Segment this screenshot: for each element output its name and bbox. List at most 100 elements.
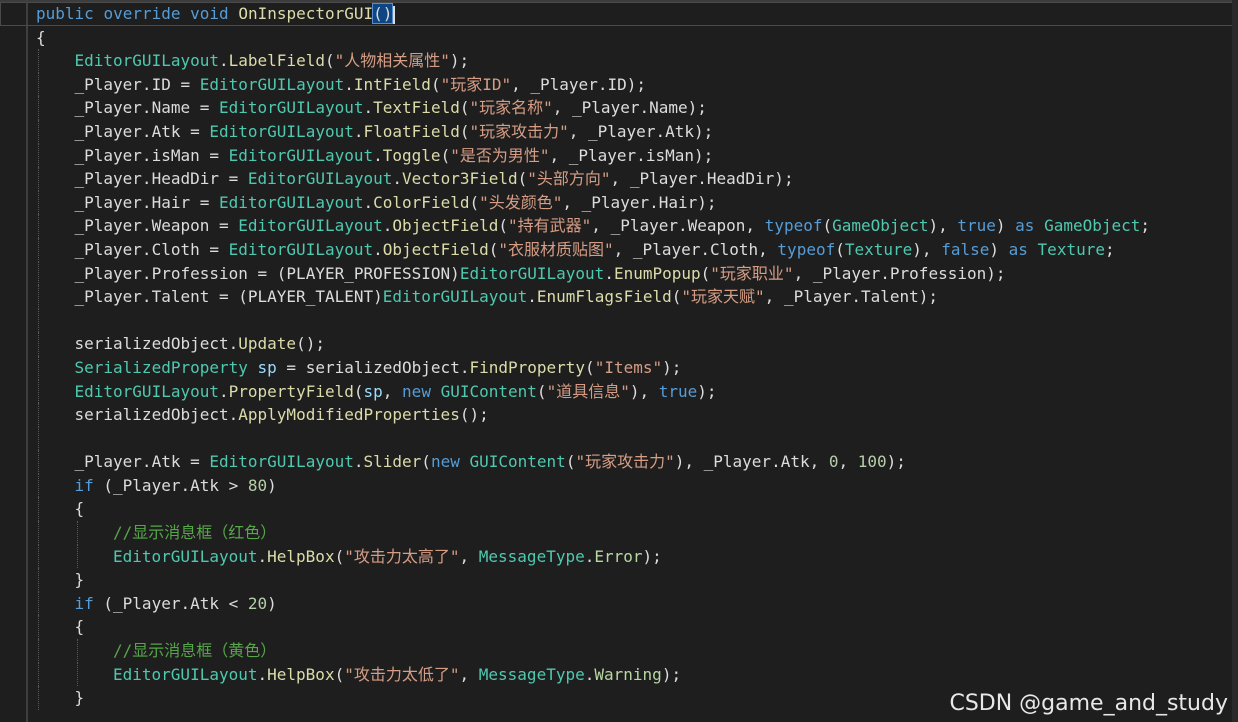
text-cursor bbox=[393, 5, 396, 24]
code-line[interactable]: EditorGUILayout.LabelField("人物相关属性"); bbox=[0, 49, 1238, 73]
code-line[interactable]: EditorGUILayout.PropertyField(sp, new GU… bbox=[0, 379, 1238, 404]
code-token: = serializedObject. bbox=[276, 357, 470, 377]
code-line[interactable]: _Player.ID = EditorGUILayout.IntField("玩… bbox=[0, 72, 1238, 97]
code-token: IntField bbox=[353, 74, 431, 94]
code-line[interactable]: _Player.Name = EditorGUILayout.TextField… bbox=[0, 96, 1238, 120]
code-line[interactable]: _Player.Cloth = EditorGUILayout.ObjectFi… bbox=[0, 237, 1238, 262]
code-token: , bbox=[838, 452, 858, 472]
code-token: ); bbox=[697, 381, 717, 401]
code-area[interactable]: public override void OnInspectorGUI(){Ed… bbox=[0, 2, 1238, 710]
code-token: ; bbox=[1140, 216, 1151, 236]
code-line-content: _Player.Name = EditorGUILayout.TextField… bbox=[75, 96, 707, 120]
indent-guide bbox=[38, 591, 39, 616]
indent-guide bbox=[38, 568, 39, 592]
code-token: EditorGUILayout bbox=[459, 263, 605, 283]
indent-guide bbox=[38, 285, 39, 309]
code-token: ) bbox=[267, 593, 277, 613]
code-token: , _Player.HeadDir); bbox=[610, 169, 794, 189]
code-line[interactable]: if (_Player.Atk > 80) bbox=[0, 473, 1238, 498]
code-line-content: EditorGUILayout.HelpBox("攻击力太低了", Messag… bbox=[113, 663, 681, 687]
code-line-content: _Player.HeadDir = EditorGUILayout.Vector… bbox=[75, 167, 794, 191]
code-token: serializedObject. bbox=[74, 405, 239, 425]
code-line-content: serializedObject.Update(); bbox=[75, 332, 325, 356]
code-token: GameObject bbox=[832, 216, 929, 236]
code-token: ) bbox=[995, 216, 1016, 236]
code-line[interactable]: EditorGUILayout.HelpBox("攻击力太低了", Messag… bbox=[0, 662, 1238, 687]
code-token: , _Player.Talent); bbox=[764, 287, 939, 307]
code-line[interactable] bbox=[0, 308, 1238, 333]
code-token: ); bbox=[662, 357, 682, 377]
code-token: ( bbox=[700, 263, 711, 283]
code-token: ( bbox=[536, 381, 547, 401]
code-token: ( bbox=[517, 169, 528, 189]
code-line[interactable]: { bbox=[0, 615, 1238, 640]
code-token: ( bbox=[585, 357, 595, 377]
code-token: _Player.HeadDir = bbox=[74, 169, 248, 189]
indent-guide bbox=[38, 96, 39, 120]
indent-guide bbox=[38, 308, 39, 333]
code-token: override bbox=[103, 4, 181, 23]
code-line[interactable]: _Player.Atk = EditorGUILayout.FloatField… bbox=[0, 119, 1238, 144]
code-token: _Player.Cloth = bbox=[74, 239, 229, 259]
code-token: , _Player.Cloth, bbox=[613, 239, 778, 259]
code-token: { bbox=[74, 617, 85, 637]
code-token: . bbox=[363, 192, 374, 212]
code-token: ( bbox=[421, 452, 431, 472]
code-token: "玩家攻击力" bbox=[575, 452, 675, 472]
code-line[interactable]: { bbox=[0, 497, 1238, 522]
indent-guide bbox=[76, 639, 78, 663]
code-token: sp bbox=[363, 381, 383, 401]
code-line[interactable]: _Player.Talent = (PLAYER_TALENT)EditorGU… bbox=[0, 285, 1238, 309]
code-token: , _Player.Weapon, bbox=[591, 216, 765, 236]
code-token: void bbox=[190, 4, 229, 23]
code-line[interactable]: _Player.Profession = (PLAYER_PROFESSION)… bbox=[0, 261, 1238, 286]
editor-scrollbar[interactable] bbox=[1232, 0, 1238, 722]
code-line[interactable] bbox=[0, 426, 1238, 451]
code-token: Slider bbox=[363, 452, 422, 472]
code-line[interactable]: EditorGUILayout.HelpBox("攻击力太高了", Messag… bbox=[0, 544, 1238, 569]
code-line[interactable]: if (_Player.Atk < 20) bbox=[0, 591, 1238, 616]
code-line-content: _Player.Atk = EditorGUILayout.Slider(new… bbox=[75, 450, 906, 474]
code-line[interactable]: SerializedProperty sp = serializedObject… bbox=[0, 355, 1238, 380]
code-line[interactable]: } bbox=[0, 568, 1238, 592]
code-token: true bbox=[658, 381, 698, 401]
code-token: "头部方向" bbox=[527, 169, 611, 189]
code-token: . bbox=[584, 546, 595, 566]
code-token: false bbox=[941, 239, 990, 259]
code-token: ColorField bbox=[373, 192, 470, 212]
code-line-content: { bbox=[75, 615, 85, 639]
code-token: EnumFlagsField bbox=[536, 287, 672, 307]
code-line[interactable]: serializedObject.Update(); bbox=[0, 332, 1238, 356]
indent-guide bbox=[38, 261, 39, 286]
code-line[interactable]: serializedObject.ApplyModifiedProperties… bbox=[0, 403, 1238, 427]
code-line[interactable]: { bbox=[0, 26, 1238, 50]
code-line[interactable]: _Player.isMan = EditorGUILayout.Toggle("… bbox=[0, 143, 1238, 168]
code-token: ApplyModifiedProperties bbox=[238, 405, 460, 425]
code-token: ); bbox=[642, 546, 662, 566]
code-token: . bbox=[353, 452, 364, 472]
code-line[interactable]: _Player.Atk = EditorGUILayout.Slider(new… bbox=[0, 450, 1238, 474]
code-line-content: serializedObject.ApplyModifiedProperties… bbox=[75, 403, 489, 427]
code-token: EditorGUILayout bbox=[219, 192, 364, 212]
code-line-content: _Player.Cloth = EditorGUILayout.ObjectFi… bbox=[75, 238, 1115, 262]
code-line[interactable]: _Player.Hair = EditorGUILayout.ColorFiel… bbox=[0, 190, 1238, 215]
code-line[interactable]: _Player.HeadDir = EditorGUILayout.Vector… bbox=[0, 167, 1238, 191]
code-token: 100 bbox=[857, 452, 887, 472]
code-line[interactable]: //显示消息框（黄色） bbox=[0, 639, 1238, 663]
code-token: . bbox=[363, 98, 374, 118]
code-token: . bbox=[604, 263, 614, 283]
code-token: Texture bbox=[1037, 239, 1105, 259]
code-token: EditorGUILayout bbox=[199, 74, 345, 94]
code-editor[interactable]: public override void OnInspectorGUI(){Ed… bbox=[0, 0, 1238, 722]
code-token: "头发颜色" bbox=[479, 192, 563, 212]
code-line-content: //显示消息框（红色） bbox=[113, 521, 276, 545]
code-line[interactable]: _Player.Weapon = EditorGUILayout.ObjectF… bbox=[0, 214, 1238, 238]
code-line[interactable]: //显示消息框（红色） bbox=[0, 521, 1238, 545]
code-token: //显示消息框（红色） bbox=[113, 523, 277, 543]
code-token: "衣服材质贴图" bbox=[498, 239, 614, 259]
code-line[interactable]: public override void OnInspectorGUI() bbox=[0, 2, 1238, 26]
indent-guide bbox=[76, 662, 78, 687]
code-token: ( bbox=[835, 239, 845, 259]
